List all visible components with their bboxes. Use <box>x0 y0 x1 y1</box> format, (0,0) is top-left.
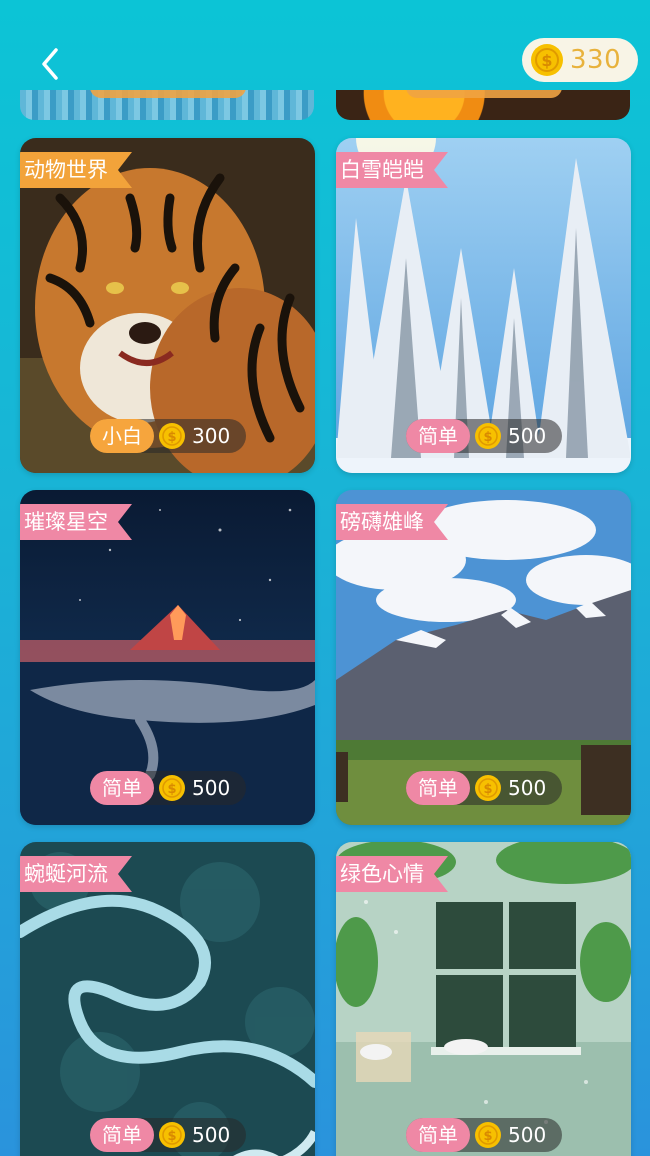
price-value: 500 <box>192 1123 231 1147</box>
puzzle-card[interactable]: 璀璨星空简单 $ 500 <box>20 490 315 825</box>
price-pill: 简单 $ 500 <box>90 1118 246 1152</box>
gold-coin-icon: $ <box>159 1122 185 1148</box>
puzzle-card[interactable]: 蜿蜒河流简单 $ 500 <box>20 842 315 1156</box>
gold-coin-icon: $ <box>475 423 501 449</box>
puzzle-title-tag: 璀璨星空 <box>20 504 132 540</box>
svg-text:$: $ <box>167 782 176 797</box>
price-pill: 简单 $ 500 <box>406 771 562 805</box>
price-value: 300 <box>192 424 231 448</box>
difficulty-badge: 简单 <box>90 771 154 805</box>
puzzle-card[interactable]: 绿色心情简单 $ 500 <box>336 842 631 1156</box>
puzzle-title-tag: 蜿蜒河流 <box>20 856 132 892</box>
puzzle-card[interactable]: 白雪皑皑简单 $ 500 <box>336 138 631 473</box>
puzzle-title-tag: 磅礴雄峰 <box>336 504 448 540</box>
gold-coin-icon: $ <box>159 423 185 449</box>
difficulty-badge: 简单 <box>406 419 470 453</box>
svg-text:$: $ <box>483 1129 492 1144</box>
difficulty-badge: 简单 <box>406 1118 470 1152</box>
svg-text:$: $ <box>483 782 492 797</box>
svg-text:$: $ <box>483 430 492 445</box>
price-pill: 小白 $ 300 <box>90 419 246 453</box>
puzzle-card[interactable]: 磅礴雄峰简单 $ 500 <box>336 490 631 825</box>
price-value: 500 <box>508 776 547 800</box>
gold-coin-icon: $ <box>475 1122 501 1148</box>
puzzle-card[interactable]: 动物世界小白 $ 300 <box>20 138 315 473</box>
price-value: 500 <box>508 424 547 448</box>
gold-coin-icon: $ <box>475 775 501 801</box>
gold-coin-icon: $ <box>159 775 185 801</box>
difficulty-badge: 简单 <box>90 1118 154 1152</box>
price-value: 500 <box>192 776 231 800</box>
price-pill: 简单 $ 500 <box>406 1118 562 1152</box>
difficulty-badge: 简单 <box>406 771 470 805</box>
svg-text:$: $ <box>167 1129 176 1144</box>
puzzle-title-tag: 动物世界 <box>20 152 132 188</box>
price-pill: 简单 $ 500 <box>406 419 562 453</box>
svg-text:$: $ <box>167 430 176 445</box>
price-value: 500 <box>508 1123 547 1147</box>
price-pill: 简单 $ 500 <box>90 771 246 805</box>
puzzle-title-tag: 绿色心情 <box>336 856 448 892</box>
puzzle-title-tag: 白雪皑皑 <box>336 152 448 188</box>
puzzle-grid: 动物世界 小白 $ 300 白雪皑皑 简单 $ 500 璀璨星空 简单 $ 50… <box>0 0 650 1156</box>
difficulty-badge: 小白 <box>90 419 154 453</box>
